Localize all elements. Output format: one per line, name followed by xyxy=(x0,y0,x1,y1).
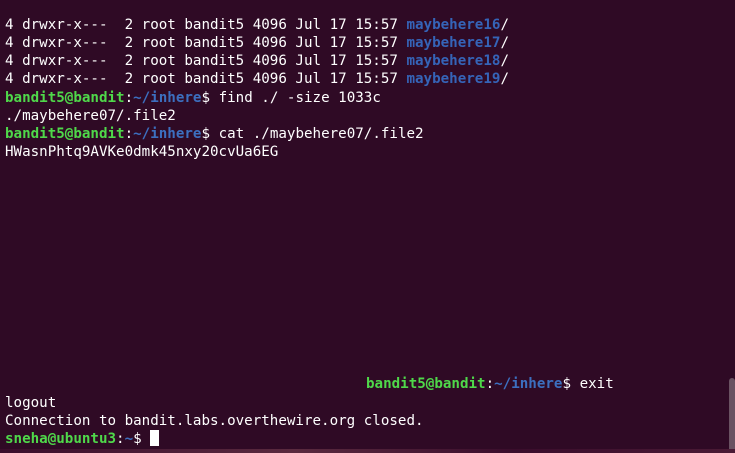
output-line: ./maybehere07/.file2 xyxy=(5,107,176,125)
directory-suffix: / xyxy=(500,71,509,87)
listing-line: 4 drwxr-x--- 2 root bandit5 4096 Jul 17 … xyxy=(5,52,509,70)
prompt-path: ~ xyxy=(124,431,134,447)
listing-line: 4 drwxr-x--- 2 root bandit5 4096 Jul 17 … xyxy=(5,16,509,34)
logout-text: logout xyxy=(5,395,57,411)
command-line: bandit5@bandit:~/inhere$ cat ./maybehere… xyxy=(5,125,424,143)
command-text: find ./ -size 1033c xyxy=(218,90,381,106)
prompt-user: bandit5@bandit xyxy=(366,376,486,392)
prompt-user: bandit5@bandit xyxy=(5,126,125,142)
command-text: exit xyxy=(579,376,614,392)
connection-line: Connection to bandit.labs.overthewire.or… xyxy=(5,412,424,430)
desktop-background-strip xyxy=(0,449,735,453)
local-prompt-line[interactable]: sneha@ubuntu3:~$ xyxy=(5,430,160,448)
prompt-symbol: $ xyxy=(201,126,219,142)
listing-meta: 4 drwxr-x--- 2 root bandit5 4096 Jul 17 … xyxy=(5,35,407,51)
listing-meta: 4 drwxr-x--- 2 root bandit5 4096 Jul 17 … xyxy=(5,71,407,87)
prompt-user: bandit5@bandit xyxy=(5,90,125,106)
listing-line: 4 drwxr-x--- 2 root bandit5 4096 Jul 17 … xyxy=(5,34,509,52)
directory-suffix: / xyxy=(500,53,509,69)
directory-suffix: / xyxy=(500,35,509,51)
directory-name: maybehere19 xyxy=(406,71,501,87)
prompt-separator: : xyxy=(124,90,134,106)
text-cursor xyxy=(150,430,160,446)
prompt-symbol: $ xyxy=(562,376,580,392)
listing-meta: 4 drwxr-x--- 2 root bandit5 4096 Jul 17 … xyxy=(5,53,407,69)
terminal-window[interactable]: 4 drwxr-x--- 2 root bandit5 4096 Jul 17 … xyxy=(0,0,735,453)
listing-line: 4 drwxr-x--- 2 root bandit5 4096 Jul 17 … xyxy=(5,70,509,88)
prompt-path: ~/inhere xyxy=(133,126,202,142)
prompt-separator: : xyxy=(124,126,134,142)
output-text: ./maybehere07/.file2 xyxy=(5,108,176,124)
prompt-separator: : xyxy=(116,431,125,447)
connection-closed-text: Connection to bandit.labs.overthewire.or… xyxy=(5,413,424,429)
output-line: HWasnPhtq9AVKe0dmk45nxy20cvUa6EG xyxy=(5,143,278,161)
scrollbar[interactable] xyxy=(729,378,735,453)
directory-suffix: / xyxy=(500,17,509,33)
directory-name: maybehere17 xyxy=(406,35,501,51)
logout-line: logout xyxy=(5,394,56,412)
prompt-path: ~/inhere xyxy=(133,90,202,106)
prompt-path: ~/inhere xyxy=(494,376,563,392)
directory-name: maybehere18 xyxy=(406,53,501,69)
listing-meta: 4 drwxr-x--- 2 root bandit5 4096 Jul 17 … xyxy=(5,17,407,33)
exit-command-line: bandit5@bandit:~/inhere$ exit xyxy=(366,375,614,393)
command-line: bandit5@bandit:~/inhere$ find ./ -size 1… xyxy=(5,89,381,107)
prompt-symbol: $ xyxy=(201,90,219,106)
directory-name: maybehere16 xyxy=(406,17,501,33)
command-text: cat ./maybehere07/.file2 xyxy=(218,126,424,142)
prompt-separator: : xyxy=(485,376,495,392)
prompt-symbol: $ xyxy=(133,431,151,447)
prompt-user: sneha@ubuntu3 xyxy=(5,431,117,447)
password-output: HWasnPhtq9AVKe0dmk45nxy20cvUa6EG xyxy=(5,144,279,160)
